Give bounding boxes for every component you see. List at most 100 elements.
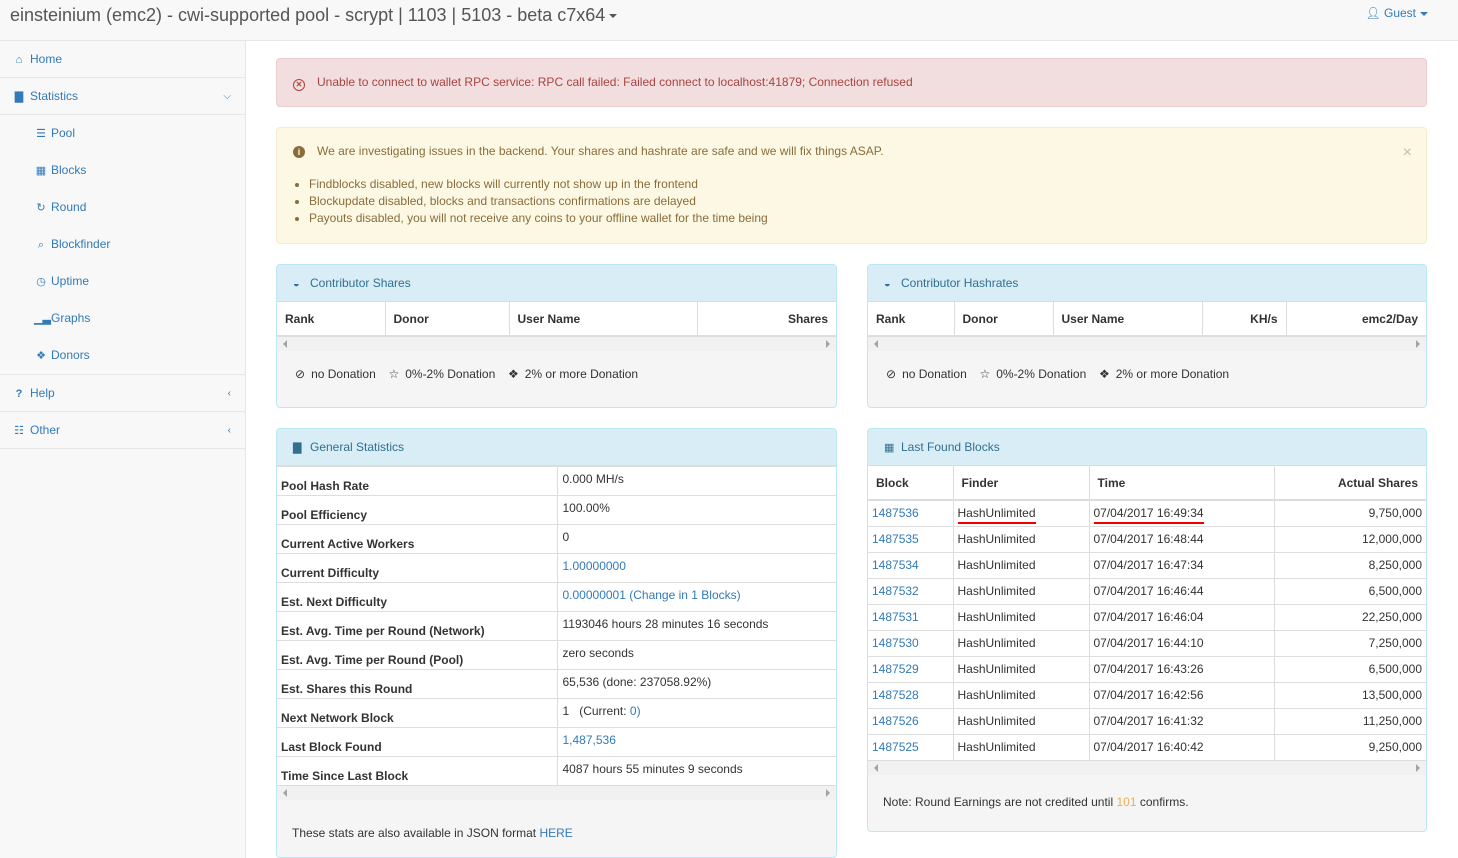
scroll-right-icon[interactable]	[826, 340, 830, 348]
scroll-left-icon[interactable]	[283, 789, 287, 797]
column-header[interactable]: emc2/Day	[1286, 302, 1426, 337]
sidebar-item-blockfinder[interactable]: ⌕ Blockfinder	[0, 226, 245, 263]
block-link[interactable]: 1487529	[872, 662, 919, 676]
block-link[interactable]: 1487536	[872, 506, 919, 520]
legend-label: 0%-2% Donation	[996, 367, 1087, 381]
guest-label: Guest	[1383, 6, 1416, 20]
actual-shares: 6,500,000	[1274, 578, 1426, 605]
legend-label: no Donation	[311, 367, 376, 381]
column-header[interactable]: Shares	[697, 302, 836, 337]
column-header[interactable]: Finder	[953, 466, 1090, 501]
current-block-link[interactable]: 0)	[630, 704, 641, 718]
close-icon[interactable]: ×	[1403, 144, 1412, 162]
table-row: Last Block Found 1,487,536	[277, 727, 836, 757]
scroll-right-icon[interactable]	[1416, 763, 1420, 772]
column-header[interactable]: User Name	[1053, 302, 1203, 337]
table-row: 1487536 HashUnlimited 07/04/2017 16:49:34 9…	[868, 500, 1426, 527]
stat-value: 1193046 hours 28 minutes 16 seconds	[557, 611, 836, 641]
site-title[interactable]: einsteinium (emc2) - cwi-supported pool …	[10, 5, 618, 26]
block-link[interactable]: 1487528	[872, 688, 919, 702]
block-link[interactable]: 1487535	[872, 532, 919, 546]
trophy-icon: ❖	[1098, 367, 1110, 381]
trophy-icon: ❖	[36, 350, 46, 362]
th-icon: ▦	[884, 442, 895, 454]
table-row: 1487534 HashUnlimited 07/04/2017 16:47:34 8…	[868, 552, 1426, 579]
horizontal-scrollbar[interactable]	[277, 337, 836, 351]
ban-icon: ⊘	[886, 367, 897, 381]
scroll-left-icon[interactable]	[874, 340, 878, 348]
finder-name: HashUnlimited	[953, 578, 1090, 605]
sidebar-item-label: Pool	[51, 126, 76, 140]
scroll-right-icon[interactable]	[1416, 340, 1420, 348]
scroll-left-icon[interactable]	[874, 763, 878, 772]
sidebar-item-donors[interactable]: ❖ Donors	[0, 337, 245, 374]
dashboard-icon: ◒	[884, 278, 891, 290]
dashboard-icon: ◒	[293, 278, 300, 290]
last-block-link[interactable]: 1,487,536	[563, 733, 616, 747]
error-message: Unable to connect to wallet RPC service:…	[317, 75, 913, 89]
column-header[interactable]: KH/s	[1202, 302, 1287, 337]
stat-value-cell: 0.00000001 (Change in 1 Blocks)	[557, 582, 836, 612]
panel-title: Contributor Shares	[310, 276, 411, 290]
column-header[interactable]: Actual Shares	[1274, 466, 1426, 501]
table-row: 1487525 HashUnlimited 07/04/2017 16:40:42 9…	[868, 734, 1426, 761]
trophy-icon: ❖	[507, 367, 519, 381]
horizontal-scrollbar[interactable]	[868, 337, 1426, 351]
list-item: Findblocks disabled, new blocks will cur…	[309, 176, 1410, 193]
warning-list: Findblocks disabled, new blocks will cur…	[293, 176, 1410, 227]
time-cell: 07/04/2017 16:49:34	[1089, 500, 1275, 527]
block-link[interactable]: 1487526	[872, 714, 919, 728]
guest-menu[interactable]: 👤︎ Guest	[1365, 6, 1428, 20]
sidebar-item-graphs[interactable]: ▁▃Graphs	[0, 300, 245, 337]
finder-name: HashUnlimited	[957, 506, 1036, 525]
stat-label: Next Network Block	[277, 698, 558, 728]
sidebar-item-label: Blocks	[51, 163, 87, 177]
chevron-down-icon: ⌵	[223, 91, 231, 102]
sidebar-item-round[interactable]: ↻ Round	[0, 189, 245, 226]
horizontal-scrollbar[interactable]	[277, 786, 836, 800]
horizontal-scrollbar[interactable]	[868, 760, 1426, 775]
column-header[interactable]: Donor	[954, 302, 1054, 337]
block-time: 07/04/2017 16:40:42	[1089, 734, 1275, 761]
column-header[interactable]: User Name	[509, 302, 698, 337]
table-row: 1487531 HashUnlimited 07/04/2017 16:46:04 2…	[868, 604, 1426, 631]
sidebar-item-help[interactable]: ? Help ‹	[0, 375, 245, 412]
block-time: 07/04/2017 16:46:04	[1089, 604, 1275, 631]
scroll-left-icon[interactable]	[283, 340, 287, 348]
scroll-right-icon[interactable]	[826, 789, 830, 797]
sidebar-item-label: Blockfinder	[51, 237, 111, 251]
sidebar-item-other[interactable]: ☷ Other ‹	[0, 412, 245, 449]
json-link[interactable]: HERE	[539, 826, 572, 840]
block-cell: 1487526	[868, 708, 954, 735]
sidebar-item-home[interactable]: ⌂ Home	[0, 41, 245, 78]
json-note-text: These stats are also available in JSON f…	[292, 826, 537, 840]
finder-name: HashUnlimited	[953, 604, 1090, 631]
table-row: Est. Avg. Time per Round (Pool) zero seco…	[277, 640, 836, 670]
block-cell: 1487536	[868, 500, 954, 527]
stat-value: zero seconds	[557, 640, 836, 670]
block-link[interactable]: 1487532	[872, 584, 919, 598]
next-difficulty-link[interactable]: 0.00000001 (Change in 1 Blocks)	[563, 588, 741, 602]
current-difficulty-link[interactable]: 1.00000000	[563, 559, 626, 573]
sidebar-item-uptime[interactable]: ◷ Uptime	[0, 263, 245, 300]
block-link[interactable]: 1487525	[872, 740, 919, 754]
block-cell: 1487532	[868, 578, 954, 605]
column-header[interactable]: Rank	[868, 302, 955, 337]
block-link[interactable]: 1487531	[872, 610, 919, 624]
column-header[interactable]: Rank	[277, 302, 386, 337]
general-statistics-panel: ▇ General Statistics Pool Hash Rate 0.000 …	[276, 428, 837, 858]
column-header[interactable]: Donor	[385, 302, 510, 337]
block-cell: 1487534	[868, 552, 954, 579]
question-icon: ?	[15, 388, 23, 400]
stat-value-cell: 1,487,536	[557, 727, 836, 757]
block-link[interactable]: 1487534	[872, 558, 919, 572]
column-header[interactable]: Time	[1089, 466, 1275, 501]
sidebar-item-blocks[interactable]: ▦ Blocks	[0, 152, 245, 189]
block-link[interactable]: 1487530	[872, 636, 919, 650]
panel-title: Contributor Hashrates	[901, 276, 1019, 290]
legend-label: 2% or more Donation	[524, 367, 639, 381]
sidebar-item-statistics[interactable]: ▇ Statistics ⌵	[0, 78, 245, 115]
refresh-icon: ↻	[36, 202, 46, 214]
column-header[interactable]: Block	[868, 466, 954, 501]
sidebar-item-pool[interactable]: ☰ Pool	[0, 115, 245, 152]
